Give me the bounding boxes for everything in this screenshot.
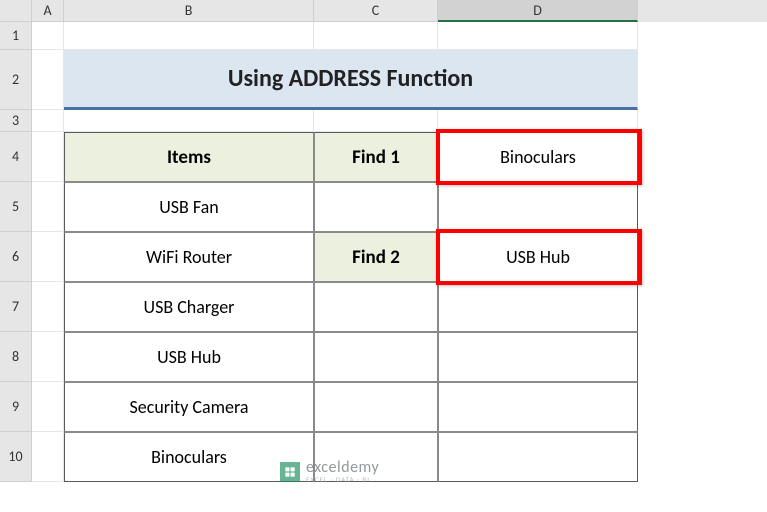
watermark-tag: EXCEL · DATA · BI [306,476,379,483]
cell-A9[interactable] [32,382,64,432]
cell-A5[interactable] [32,182,64,232]
header-find1[interactable]: Find 1 [314,132,438,182]
cell-B10[interactable]: Binoculars [64,432,314,482]
row-header-5[interactable]: 5 [0,182,32,232]
cell-C9[interactable] [314,382,438,432]
row-header-10[interactable]: 10 [0,432,32,482]
watermark-brand: exceldemy [306,460,379,476]
cell-D7[interactable] [438,282,638,332]
row-header-8[interactable]: 8 [0,332,32,382]
grid-area: Using ADDRESS Function Items Find 1 Bino… [32,22,638,482]
cell-C1[interactable] [314,22,438,50]
cell-D10[interactable] [438,432,638,482]
cell-A3[interactable] [32,110,64,132]
cell-A1[interactable] [32,22,64,50]
col-header-D[interactable]: D [438,0,638,22]
cell-C3[interactable] [314,110,438,132]
row-header-6[interactable]: 6 [0,232,32,282]
cell-A7[interactable] [32,282,64,332]
cell-A2[interactable] [32,50,64,110]
column-header-row: A B C D [0,0,767,22]
cell-D9[interactable] [438,382,638,432]
cell-D1[interactable] [438,22,638,50]
cell-C5[interactable] [314,182,438,232]
title-cell[interactable]: Using ADDRESS Function [64,50,638,110]
cell-A6[interactable] [32,232,64,282]
cell-C7[interactable] [314,282,438,332]
col-header-A[interactable]: A [32,0,64,22]
watermark: exceldemy EXCEL · DATA · BI [280,460,379,483]
cell-B3[interactable] [64,110,314,132]
col-header-C[interactable]: C [314,0,438,22]
cell-B8[interactable]: USB Hub [64,332,314,382]
cell-D3[interactable] [438,110,638,132]
row-header-7[interactable]: 7 [0,282,32,332]
row-header-9[interactable]: 9 [0,382,32,432]
cell-B5[interactable]: USB Fan [64,182,314,232]
row-header-1[interactable]: 1 [0,22,32,50]
cell-D6[interactable]: USB Hub [438,232,638,282]
select-all-corner[interactable] [0,0,32,22]
cell-B6[interactable]: WiFi Router [64,232,314,282]
row-header-3[interactable]: 3 [0,110,32,132]
cell-D4[interactable]: Binoculars [438,132,638,182]
cell-A10[interactable] [32,432,64,482]
cell-D5[interactable] [438,182,638,232]
spreadsheet: A B C D 1 2 3 4 5 6 7 8 9 10 Using ADDRE… [0,0,767,512]
cell-C6[interactable]: Find 2 [314,232,438,282]
cell-D8[interactable] [438,332,638,382]
col-header-B[interactable]: B [64,0,314,22]
cell-A8[interactable] [32,332,64,382]
cell-A4[interactable] [32,132,64,182]
watermark-text: exceldemy EXCEL · DATA · BI [306,460,379,483]
row-header-4[interactable]: 4 [0,132,32,182]
header-items[interactable]: Items [64,132,314,182]
cell-B9[interactable]: Security Camera [64,382,314,432]
cell-B7[interactable]: USB Charger [64,282,314,332]
cell-B1[interactable] [64,22,314,50]
cell-C8[interactable] [314,332,438,382]
row-header-2[interactable]: 2 [0,50,32,110]
watermark-icon [280,462,300,482]
row-header-col: 1 2 3 4 5 6 7 8 9 10 [0,22,32,482]
